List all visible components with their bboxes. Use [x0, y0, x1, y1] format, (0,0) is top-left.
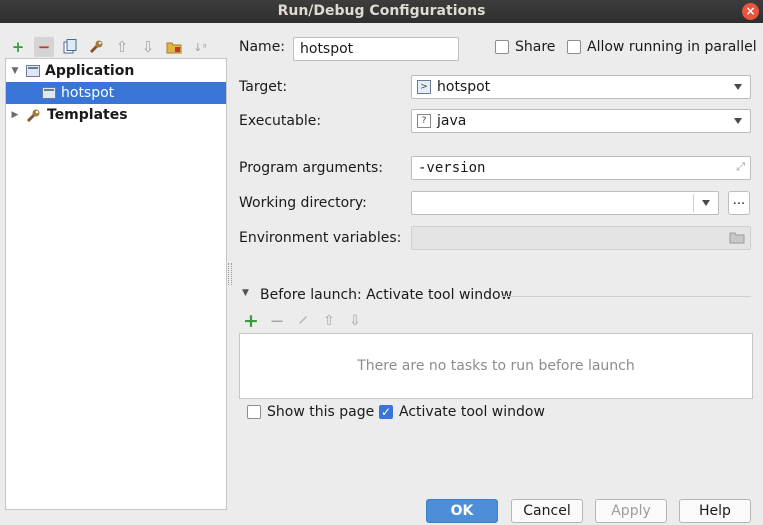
share-checkbox-box[interactable]	[495, 40, 509, 54]
cancel-button[interactable]: Cancel	[511, 499, 583, 523]
help-button[interactable]: Help	[679, 499, 751, 523]
application-icon	[42, 87, 56, 99]
chevron-down-icon[interactable]	[734, 118, 742, 124]
tree-item-hotspot[interactable]: hotspot	[6, 82, 226, 104]
remove-icon[interactable]: −	[34, 37, 54, 57]
folder-icon[interactable]	[164, 37, 184, 57]
show-page-checkbox-box[interactable]	[247, 405, 261, 419]
section-divider	[500, 296, 751, 297]
tree-group-label: Templates	[47, 107, 128, 123]
share-checkbox[interactable]: Share	[495, 39, 555, 55]
empty-tasks-text: There are no tasks to run before launch	[357, 358, 635, 374]
checkmark-icon[interactable]: ✓	[379, 405, 393, 419]
expand-arrow-icon[interactable]: ▼	[8, 66, 22, 76]
expand-icon[interactable]: ⤢	[736, 160, 745, 174]
sort-icon[interactable]: ↓ᵃ	[190, 37, 210, 57]
apply-button[interactable]: Apply	[595, 499, 667, 523]
target-value: hotspot	[437, 79, 491, 95]
tree-group-application[interactable]: ▼ Application	[6, 60, 226, 82]
before-launch-title[interactable]: Before launch: Activate tool window	[260, 287, 512, 303]
unknown-file-icon: ?	[417, 114, 431, 128]
before-launch-toolbar: + − ⇧ ⇩	[243, 310, 363, 332]
move-up-icon[interactable]: ⇧	[112, 37, 132, 57]
name-label: Name:	[239, 39, 286, 55]
move-down-icon[interactable]: ⇩	[138, 37, 158, 57]
name-field[interactable]: hotspot	[293, 37, 459, 61]
edit-task-icon[interactable]	[295, 313, 311, 329]
activate-tool-window-checkbox[interactable]: ✓ Activate tool window	[379, 404, 545, 420]
title-bar: Run/Debug Configurations ×	[0, 0, 763, 23]
parallel-label: Allow running in parallel	[587, 39, 757, 55]
folder-icon[interactable]	[729, 231, 745, 248]
config-tree[interactable]: ▼ Application hotspot ▶ Templates	[5, 58, 227, 510]
show-page-label: Show this page	[267, 404, 375, 420]
application-icon	[26, 65, 40, 77]
remove-task-icon[interactable]: −	[269, 311, 285, 332]
parallel-checkbox-box[interactable]	[567, 40, 581, 54]
close-icon[interactable]: ×	[742, 3, 759, 20]
browse-button[interactable]: ...	[728, 191, 750, 215]
workdir-label: Working directory:	[239, 195, 367, 211]
dialog-body: + − ⇧ ⇩ ↓ᵃ ▼ Application hotspot ▶ Templ…	[0, 23, 763, 525]
add-task-icon[interactable]: +	[243, 310, 259, 332]
executable-label: Executable:	[239, 113, 322, 129]
executable-select[interactable]: ? java	[411, 109, 751, 133]
splitter-handle[interactable]	[228, 263, 232, 285]
wrench-icon[interactable]	[86, 37, 106, 57]
program-args-field[interactable]: -version ⤢	[411, 156, 751, 180]
ok-button[interactable]: OK	[426, 499, 498, 523]
tree-group-label: Application	[45, 63, 135, 79]
tree-item-label: hotspot	[61, 85, 115, 101]
window-title: Run/Debug Configurations	[277, 3, 486, 19]
workdir-select[interactable]	[411, 191, 719, 215]
move-task-down-icon[interactable]: ⇩	[347, 313, 363, 329]
activate-tool-window-label: Activate tool window	[399, 404, 545, 420]
before-launch-task-list[interactable]: There are no tasks to run before launch	[239, 333, 753, 399]
chevron-down-icon[interactable]	[702, 200, 710, 206]
envvars-label: Environment variables:	[239, 230, 402, 246]
parallel-checkbox[interactable]: Allow running in parallel	[567, 39, 757, 55]
wrench-icon	[26, 109, 42, 123]
config-toolbar: + − ⇧ ⇩ ↓ᵃ	[8, 37, 210, 57]
section-collapse-icon[interactable]: ▼	[242, 288, 249, 298]
target-type-icon: >	[417, 80, 431, 94]
program-args-value: -version	[418, 160, 486, 176]
chevron-down-icon[interactable]	[734, 84, 742, 90]
move-task-up-icon[interactable]: ⇧	[321, 313, 337, 329]
show-page-checkbox[interactable]: Show this page	[247, 404, 374, 420]
envvars-field[interactable]	[411, 226, 751, 250]
target-label: Target:	[239, 79, 288, 95]
copy-icon[interactable]	[60, 37, 80, 57]
target-select[interactable]: > hotspot	[411, 75, 751, 99]
collapse-arrow-icon[interactable]: ▶	[8, 110, 22, 120]
program-args-label: Program arguments:	[239, 160, 383, 176]
tree-group-templates[interactable]: ▶ Templates	[6, 104, 226, 126]
share-label: Share	[515, 39, 556, 55]
add-icon[interactable]: +	[8, 37, 28, 57]
executable-value: java	[437, 113, 467, 129]
